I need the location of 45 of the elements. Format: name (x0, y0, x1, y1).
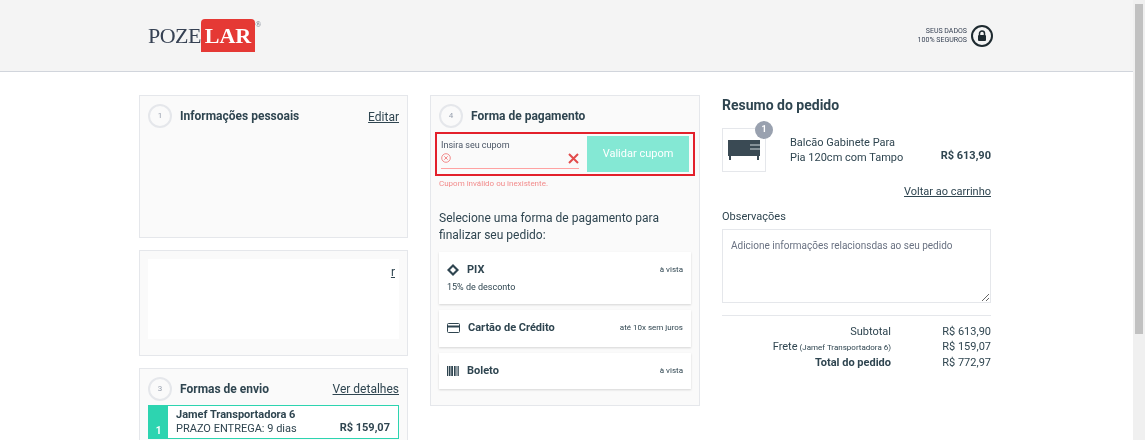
section-title: Informações pessoais (180, 108, 300, 125)
total-value: R$ 159,07 (941, 339, 991, 355)
section-title: Formas de envio (180, 381, 270, 398)
payment-terms: até 10x sem juros (619, 322, 683, 334)
payment-instruction: Selecione uma forma de pagamento para finalizar seu pedido: (439, 210, 660, 244)
logo[interactable]: POZE LAR ® (148, 19, 262, 52)
shipping-option[interactable]: 1 Jamef Transportadora 6 PRAZO ENTREGA: 9 dias R$ 159,07 (148, 405, 399, 439)
carrier-name: Jamef Transportadora 6 (176, 408, 297, 422)
total-label: Total do pedido (814, 355, 891, 370)
total-label: Subtotal (850, 324, 891, 339)
payment-option[interactable]: PIX 15% de desconto à vista (439, 252, 691, 304)
credit-card-icon (447, 323, 460, 334)
delivery-deadline: PRAZO ENTREGA: 9 dias (176, 422, 297, 436)
payment-terms: à vista (659, 264, 683, 276)
barcode-icon (447, 365, 459, 376)
option-number: 1 (149, 406, 168, 438)
notes-label: Observações (722, 208, 787, 225)
total-label: Frete (Jamef Transportadora 6) (772, 339, 891, 355)
clear-icon[interactable] (568, 152, 579, 164)
link[interactable]: r (390, 263, 395, 335)
coupon-error: Cupom inválido ou inexistente. (439, 178, 549, 190)
shipping-price: R$ 159,07 (339, 419, 390, 436)
error-icon (441, 153, 451, 164)
notes-field[interactable]: Adicione informações relacionsdas ao seu pedido (722, 229, 991, 303)
step-number: 4 (439, 104, 463, 128)
edit-link[interactable]: Editar (368, 108, 399, 126)
discount-note: 15% de desconto (447, 280, 516, 294)
total-value: R$ 613,90 (941, 324, 991, 339)
coupon-field[interactable]: Insira seu cupom (441, 139, 579, 169)
step-number: 1 (148, 104, 172, 128)
cabinet-icon (728, 140, 760, 160)
payment-terms: à vista (659, 364, 683, 377)
quantity-badge: 1 (755, 121, 773, 139)
step-number: 3 (148, 377, 172, 401)
details-link[interactable]: Ver detalhes (332, 380, 399, 398)
summary-title: Resumo do pedido (722, 96, 841, 115)
section-title: Forma de pagamento (471, 108, 586, 125)
lock-icon (971, 24, 993, 47)
payment-option[interactable]: Boleto à vista (439, 352, 691, 389)
diamond-icon (447, 264, 459, 277)
product-price: R$ 613,90 (940, 147, 991, 164)
total-value: R$ 772,97 (941, 355, 991, 370)
product-name: Balcão Gabinete Para Pia 120cm com Tampo (790, 135, 905, 165)
payment-option[interactable]: Cartão de Crédito até 10x sem juros (439, 310, 691, 347)
back-to-cart-link[interactable]: Voltar ao carrinho (904, 184, 991, 201)
